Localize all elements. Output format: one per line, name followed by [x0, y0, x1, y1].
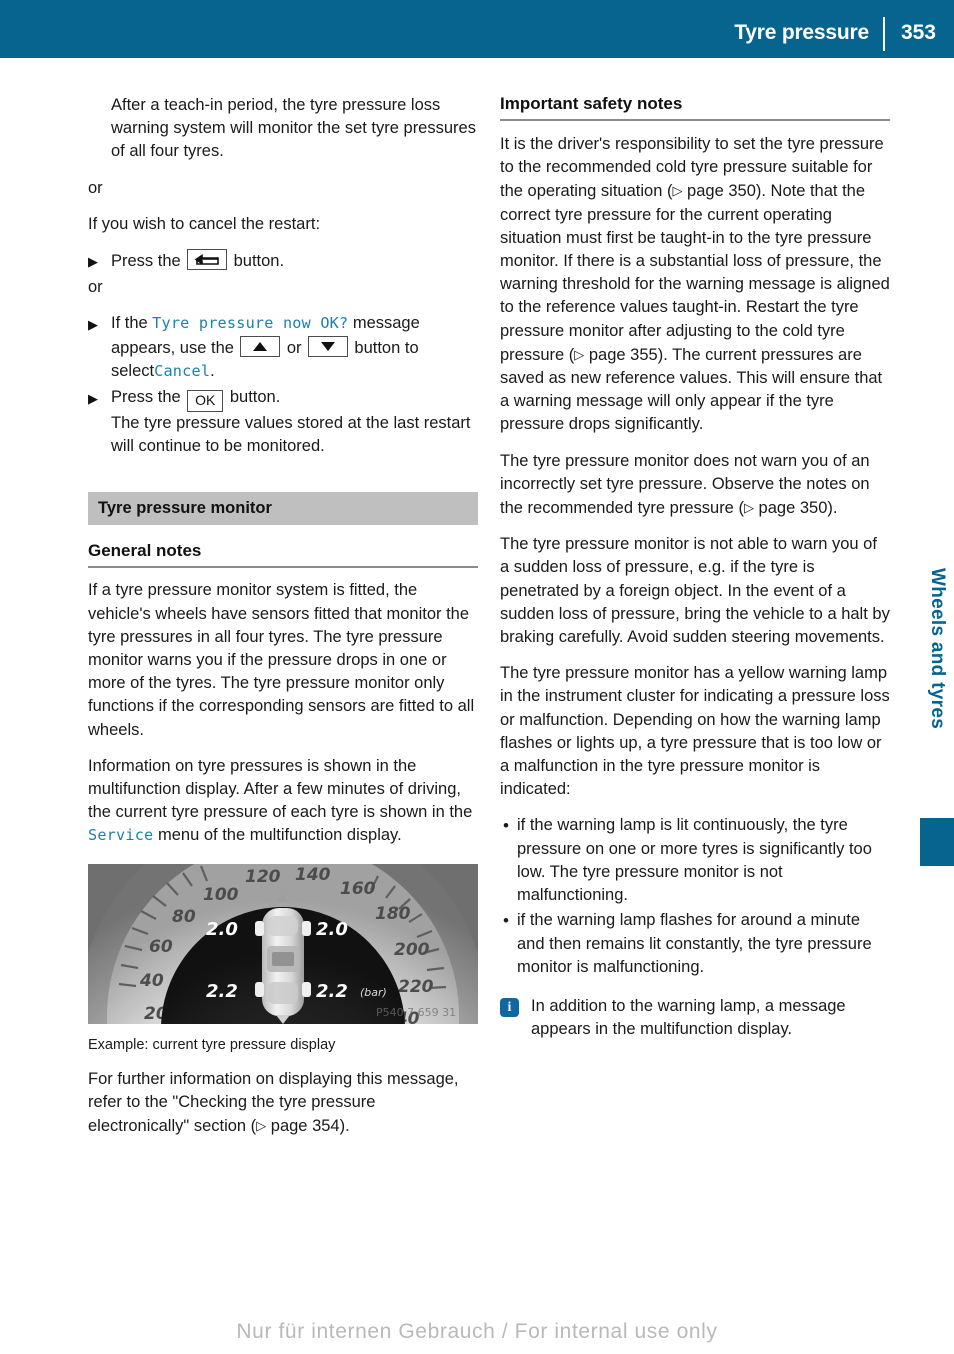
safety-paragraph-1: It is the driver's responsibility to set…: [500, 133, 890, 437]
paragraph-text-a: Information on tyre pressures is shown i…: [88, 756, 473, 822]
safety-paragraph-3: The tyre pressure monitor is not able to…: [500, 535, 890, 647]
step-text-pre: Press the: [111, 388, 181, 407]
back-button-icon[interactable]: [187, 249, 228, 271]
step-arrow-icon: ▶: [88, 317, 98, 333]
page-reference-link[interactable]: page 350: [687, 182, 756, 200]
step-text-end: .: [210, 361, 215, 380]
display-menu-service: Service: [88, 826, 154, 845]
left-column: After a teach-in period, the tyre pressu…: [88, 94, 478, 1151]
or-label-2: or: [88, 278, 103, 297]
step-arrow-icon: ▶: [88, 391, 98, 407]
display-option-cancel: Cancel: [154, 361, 211, 380]
cancel-restart-lead: If you wish to cancel the restart:: [88, 214, 321, 233]
down-button-icon[interactable]: [307, 335, 348, 357]
safety-paragraph-2: The tyre pressure monitor does not warn …: [500, 450, 890, 521]
chapter-tab-marker: [920, 818, 954, 866]
further-info-paragraph: For further information on displaying th…: [88, 1068, 478, 1139]
list-item: • if the warning lamp flashes for around…: [500, 909, 890, 979]
info-icon: i: [500, 997, 519, 1017]
bullet-dot-icon: •: [503, 911, 509, 931]
bullet-dot-icon: •: [503, 816, 509, 836]
step-press-back-button: ▶ Press the button.: [88, 249, 478, 273]
paragraph-text-b: menu of the multifunction display.: [158, 826, 402, 845]
paragraph-text-b: ).: [827, 499, 838, 518]
general-notes-paragraph-2: Information on tyre pressures is shown i…: [88, 755, 478, 848]
general-notes-paragraph-1: If a tyre pressure monitor system is fit…: [88, 581, 475, 739]
up-button-icon[interactable]: [240, 335, 281, 357]
step-text-pre: Press the: [111, 252, 181, 271]
list-item: • if the warning lamp is lit continuousl…: [500, 814, 890, 907]
page-ref-triangle-icon: ▷: [256, 1118, 267, 1134]
step-text-or: or: [286, 338, 302, 357]
page-reference-link[interactable]: page 354: [271, 1117, 340, 1135]
right-column: Important safety notes It is the driver'…: [500, 94, 890, 1041]
instrument-cluster-figure: 20 40 60 80 100 120 140 160 180 200 220 …: [88, 863, 478, 1024]
page-number: 353: [900, 21, 936, 44]
page-reference-link[interactable]: page 350: [759, 499, 828, 517]
page-ref-triangle-icon: ▷: [672, 183, 683, 199]
page-reference-link[interactable]: page 355: [589, 346, 658, 364]
ok-button-icon[interactable]: OK: [187, 390, 224, 413]
step-text-post: button.: [233, 252, 285, 271]
subsection-heading-general-notes: General notes: [88, 541, 478, 569]
intro-paragraph: After a teach-in period, the tyre pressu…: [111, 96, 476, 161]
step-select-cancel: ▶ If the Tyre pressure now OK? message a…: [88, 312, 478, 383]
page-ref-triangle-icon: ▷: [574, 346, 585, 362]
paragraph-text-b: ).: [339, 1117, 350, 1136]
or-label-1: or: [88, 178, 103, 197]
step-text-post: button.: [229, 388, 281, 407]
step-arrow-icon: ▶: [88, 254, 98, 270]
step-text-pre: If the: [111, 314, 148, 333]
info-note-text: In addition to the warning lamp, a messa…: [531, 996, 846, 1039]
figure-caption: Example: current tyre pressure display: [88, 1036, 336, 1053]
page-ref-triangle-icon: ▷: [743, 500, 754, 516]
step-result-text: The tyre pressure values stored at the l…: [111, 414, 471, 456]
header-inner: Tyre pressure 353: [734, 0, 954, 58]
safety-paragraph-4: The tyre pressure monitor has a yellow w…: [500, 664, 890, 799]
subsection-heading-safety-notes: Important safety notes: [500, 94, 890, 121]
chapter-tab-label: Wheels and tyres: [927, 568, 948, 730]
section-band-heading: Tyre pressure monitor: [88, 492, 478, 526]
info-note: i In addition to the warning lamp, a mes…: [500, 995, 890, 1041]
list-item-text: if the warning lamp flashes for around a…: [517, 911, 872, 976]
footer-watermark: Nur für internen Gebrauch / For internal…: [236, 1320, 718, 1343]
page-header: Tyre pressure 353: [0, 0, 954, 58]
paragraph-text-b: ). Note that the correct tyre pressure f…: [500, 182, 890, 364]
display-message-text: Tyre pressure now OK?: [152, 314, 349, 333]
step-press-ok-button: ▶ Press the OK button. The tyre pressure…: [88, 386, 478, 458]
list-item-text: if the warning lamp is lit continuously,…: [517, 816, 872, 905]
page-title: Tyre pressure: [734, 21, 869, 44]
